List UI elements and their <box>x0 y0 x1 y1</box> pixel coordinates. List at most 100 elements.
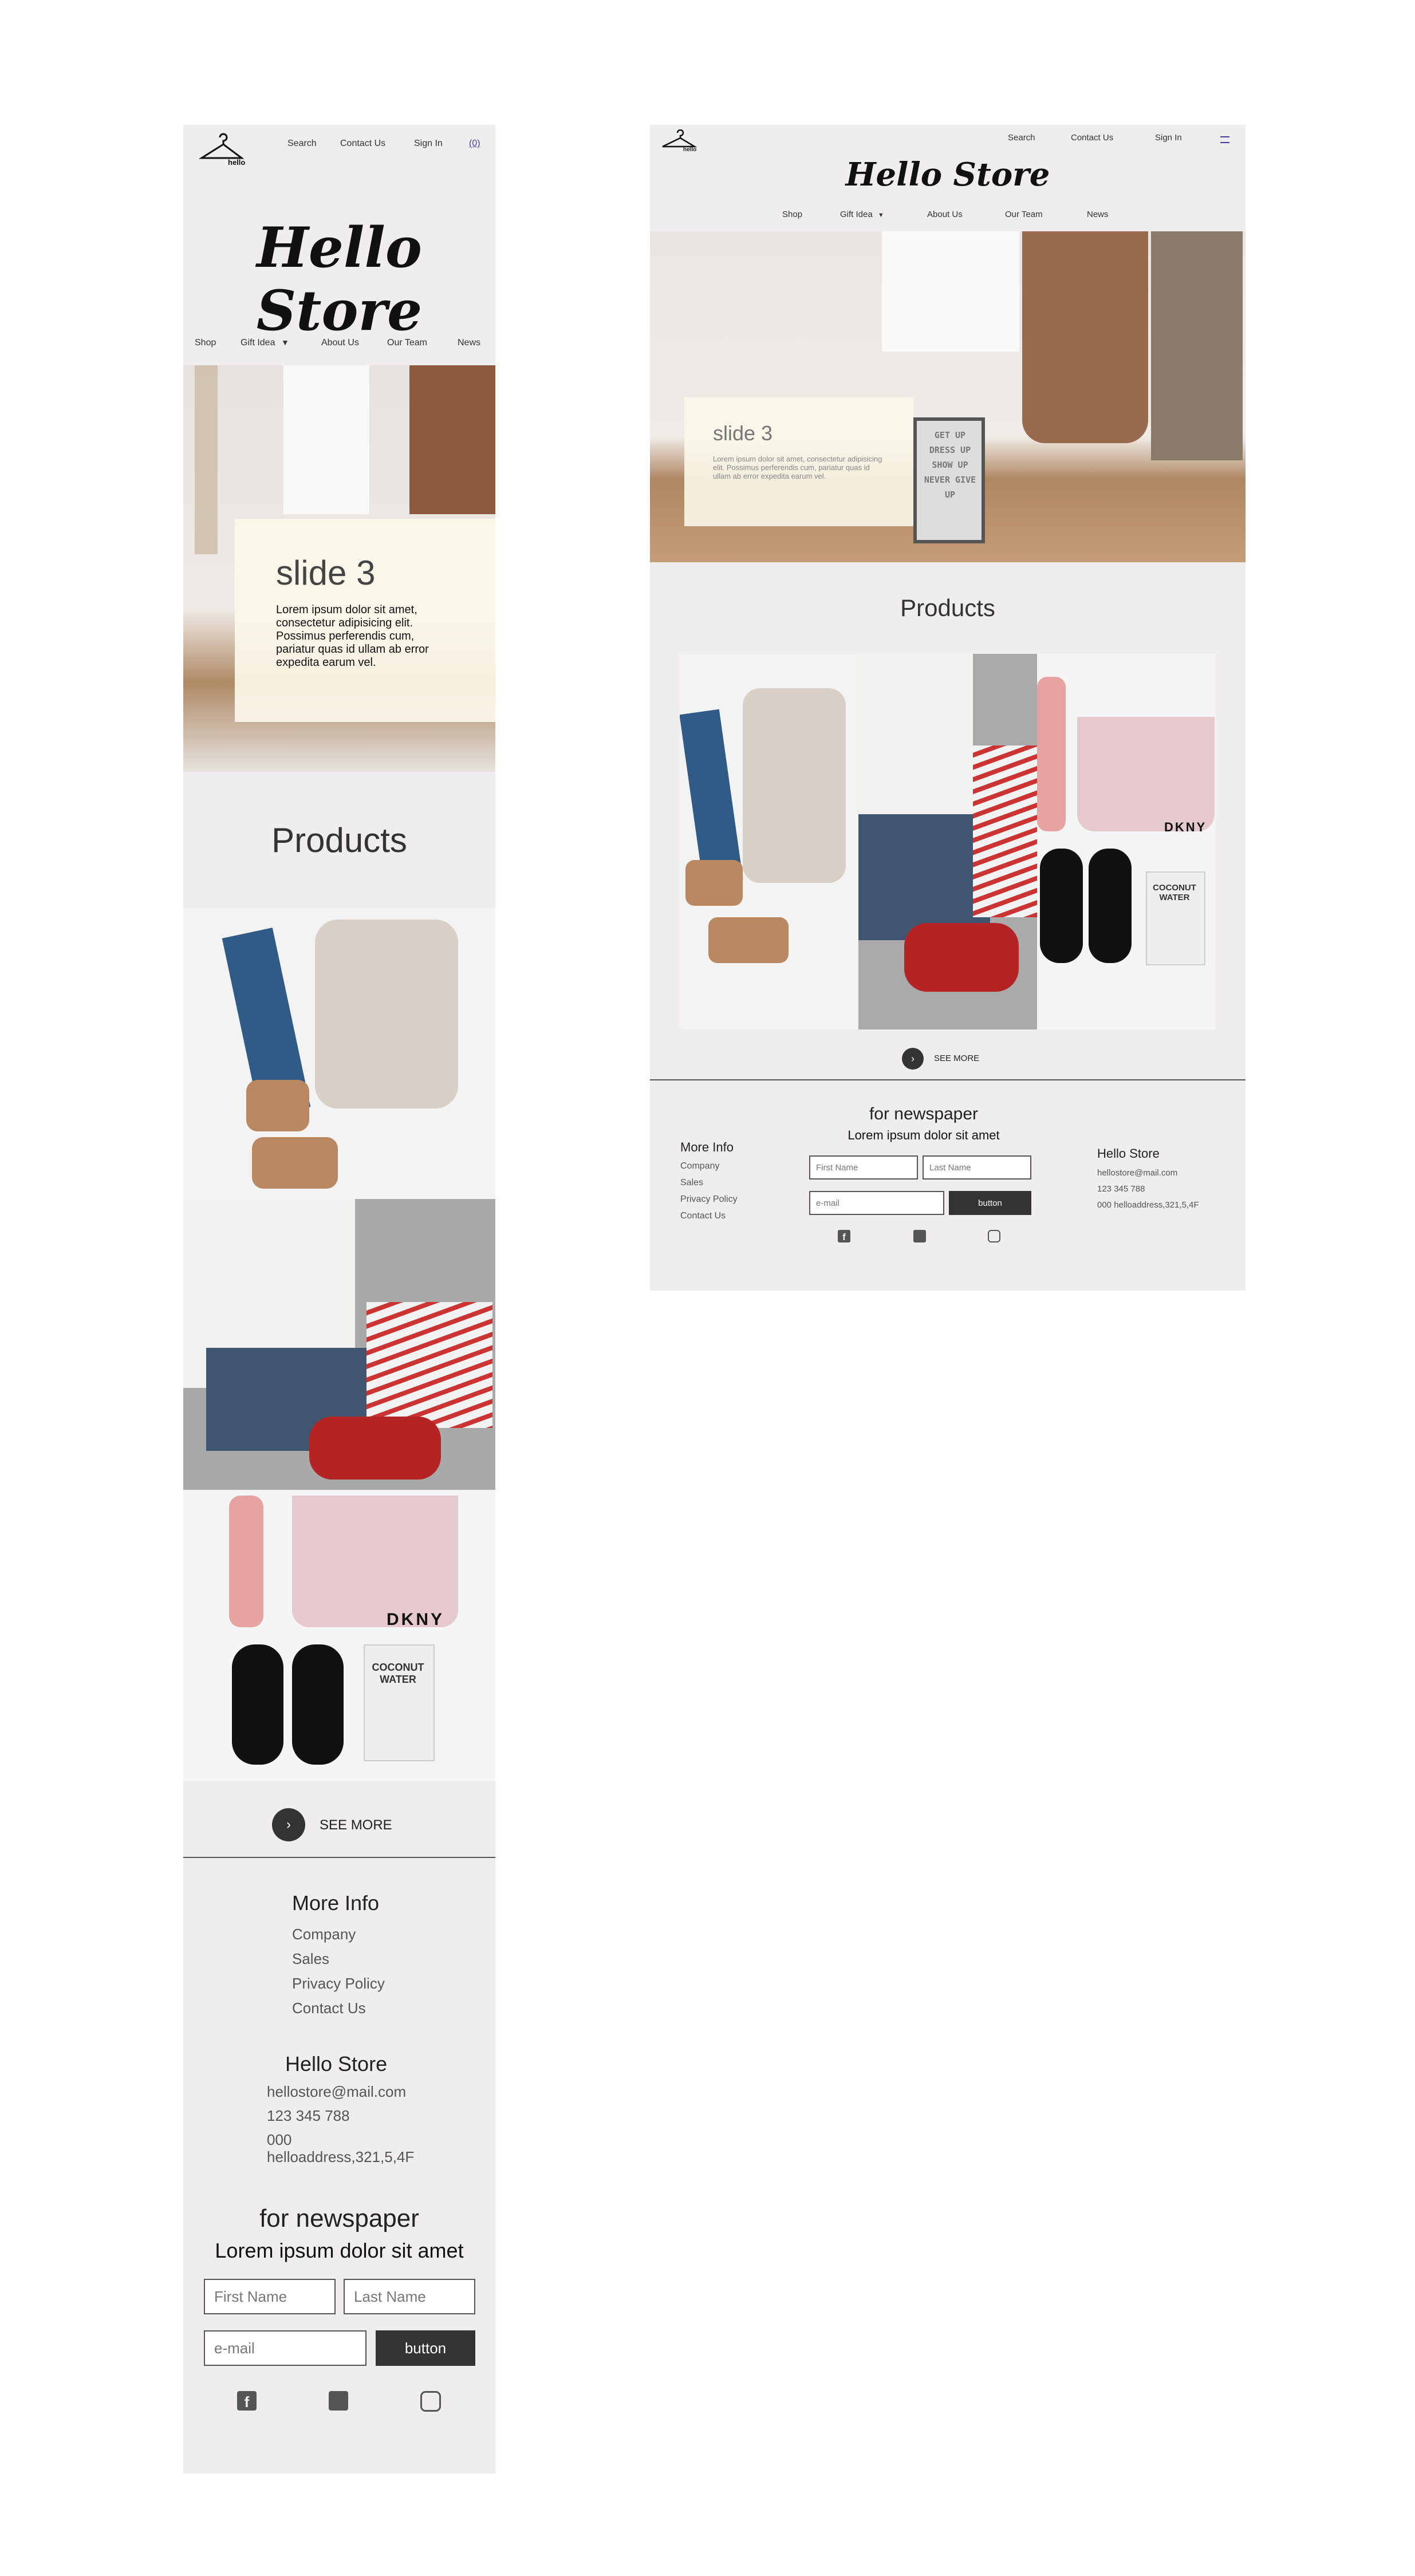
desktop-nav-team[interactable]: Our Team <box>1005 210 1043 219</box>
top-nav-contact[interactable]: Contact Us <box>340 139 385 149</box>
top-nav-search[interactable]: Search <box>287 139 317 149</box>
desktop-nav-gift[interactable]: Gift Idea ▼ <box>840 210 884 219</box>
store-title: Hello Store <box>285 2052 388 2076</box>
desktop-page: hello Search Contact Us Sign In Hello St… <box>650 125 1245 1291</box>
product-sweater <box>315 920 458 1108</box>
desktop-product-can-label: COCONUT WATER <box>1153 883 1196 902</box>
product-can-label: COCONUT WATER <box>372 1662 424 1685</box>
desktop-footer-link-contact[interactable]: Contact Us <box>680 1211 726 1221</box>
see-more-button[interactable]: › <box>272 1808 305 1841</box>
nav-news[interactable]: News <box>458 338 480 348</box>
desktop-nav-news[interactable]: News <box>1087 210 1109 219</box>
store-phone: 123 345 788 <box>267 2107 350 2124</box>
nav-about[interactable]: About Us <box>321 338 359 348</box>
desktop-product-jeans <box>680 709 743 885</box>
hero-shirt <box>283 365 369 514</box>
logo[interactable]: hello <box>198 133 246 167</box>
desktop-logo-text: hello <box>683 147 697 153</box>
newsletter-submit-button[interactable]: button <box>376 2330 475 2366</box>
desktop-poster-text: GET UP DRESS UP SHOW UP NEVER GIVE UP <box>924 430 976 500</box>
chevron-right-icon: › <box>911 1052 915 1064</box>
footer-link-contact[interactable]: Contact Us <box>292 1999 366 2017</box>
footer-link-privacy[interactable]: Privacy Policy <box>292 1975 385 1993</box>
desktop-footer-divider <box>650 1079 1245 1080</box>
desktop-product-bra <box>1077 717 1215 831</box>
desktop-hero-shirt <box>882 231 1019 352</box>
footer-divider <box>183 1857 495 1858</box>
product-image-3[interactable]: DKNY COCONUT WATER <box>183 1490 495 1781</box>
see-more-label[interactable]: SEE MORE <box>320 1817 392 1833</box>
desktop-see-more-label[interactable]: SEE MORE <box>934 1054 979 1063</box>
store-email[interactable]: hellostore@mail.com <box>267 2083 406 2101</box>
product-brand-label: DKNY <box>387 1610 445 1629</box>
desktop-last-name-field[interactable]: Last Name <box>923 1155 1031 1179</box>
newsletter-title: for newspaper <box>259 2204 419 2232</box>
product-image-1[interactable] <box>183 908 495 1199</box>
nav-team[interactable]: Our Team <box>387 338 427 348</box>
footer-link-sales[interactable]: Sales <box>292 1950 329 1968</box>
desktop-first-name-field[interactable]: First Name <box>809 1155 918 1179</box>
hero-sweater <box>409 365 495 514</box>
desktop-product-flats <box>904 923 1019 992</box>
desktop-page-title: Hello Store <box>845 156 1050 194</box>
store-address: 000 helloaddress,321,5,4F <box>267 2131 415 2165</box>
desktop-store-email[interactable]: hellostore@mail.com <box>1097 1168 1177 1178</box>
desktop-nav-about[interactable]: About Us <box>927 210 963 219</box>
desktop-hero-sweater <box>1022 231 1148 443</box>
desktop-product-brand-label: DKNY <box>1164 820 1207 834</box>
newsletter-subtitle: Lorem ipsum dolor sit amet <box>215 2239 464 2262</box>
desktop-store-title: Hello Store <box>1097 1146 1160 1161</box>
desktop-top-signin[interactable]: Sign In <box>1155 133 1182 143</box>
desktop-product-bottle <box>1037 677 1066 831</box>
facebook-icon[interactable]: f <box>237 2391 257 2411</box>
desktop-hero-leopard <box>1151 231 1243 460</box>
first-name-field[interactable]: First Name <box>204 2279 336 2314</box>
instagram-icon[interactable] <box>420 2391 441 2412</box>
desktop-see-more-button[interactable]: › <box>902 1048 924 1070</box>
hero-plant <box>195 365 218 554</box>
desktop-hero-image: GET UP DRESS UP SHOW UP NEVER GIVE UP sl… <box>650 231 1245 562</box>
slide-box: slide 3 Lorem ipsum dolor sit amet, cons… <box>235 519 495 722</box>
facebook-icon[interactable]: f <box>838 1230 850 1242</box>
desktop-product-boot-2 <box>708 917 789 963</box>
desktop-newsletter-submit-button[interactable]: button <box>949 1191 1031 1215</box>
desktop-footer-link-privacy[interactable]: Privacy Policy <box>680 1194 738 1205</box>
desktop-footer-link-company[interactable]: Company <box>680 1161 719 1171</box>
desktop-hero-poster: GET UP DRESS UP SHOW UP NEVER GIVE UP <box>913 417 985 543</box>
cart-link[interactable]: (0) <box>469 139 480 149</box>
product-stripes <box>366 1302 492 1428</box>
desktop-product-shirt <box>858 654 973 826</box>
email-field[interactable]: e-mail <box>204 2330 366 2366</box>
desktop-email-field[interactable]: e-mail <box>809 1191 944 1215</box>
product-boot-1 <box>246 1080 309 1131</box>
twitter-icon[interactable] <box>329 2391 348 2411</box>
more-info-title: More Info <box>292 1891 380 1915</box>
twitter-icon[interactable] <box>913 1230 926 1242</box>
product-image-2[interactable] <box>183 1199 495 1490</box>
footer-link-company[interactable]: Company <box>292 1926 356 1943</box>
last-name-field[interactable]: Last Name <box>344 2279 475 2314</box>
product-bottle <box>229 1496 263 1627</box>
instagram-icon[interactable] <box>988 1230 1000 1242</box>
desktop-product-image-3[interactable]: DKNY COCONUT WATER <box>1037 654 1216 1029</box>
desktop-cart-icon[interactable] <box>1220 136 1229 143</box>
nav-gift-idea[interactable]: Gift Idea ▼ <box>241 338 289 348</box>
desktop-footer-link-sales[interactable]: Sales <box>680 1178 703 1188</box>
desktop-top-search[interactable]: Search <box>1008 133 1035 143</box>
desktop-product-shoe-1 <box>1040 849 1083 963</box>
products-title: Products <box>271 821 407 859</box>
product-flats <box>309 1417 441 1480</box>
desktop-products-title: Products <box>900 594 995 621</box>
desktop-nav-gift-label: Gift Idea <box>840 210 873 219</box>
desktop-product-sweater <box>743 688 846 883</box>
desktop-nav-shop[interactable]: Shop <box>782 210 802 219</box>
desktop-top-contact[interactable]: Contact Us <box>1071 133 1113 143</box>
nav-shop[interactable]: Shop <box>195 338 216 348</box>
logo-text: hello <box>228 158 246 167</box>
desktop-logo[interactable]: hello <box>660 129 700 155</box>
desktop-store-phone: 123 345 788 <box>1097 1184 1145 1194</box>
desktop-product-image-1[interactable] <box>680 654 858 1029</box>
desktop-product-image-2[interactable] <box>858 654 1037 1029</box>
product-bra <box>292 1496 458 1627</box>
top-nav-signin[interactable]: Sign In <box>414 139 443 149</box>
